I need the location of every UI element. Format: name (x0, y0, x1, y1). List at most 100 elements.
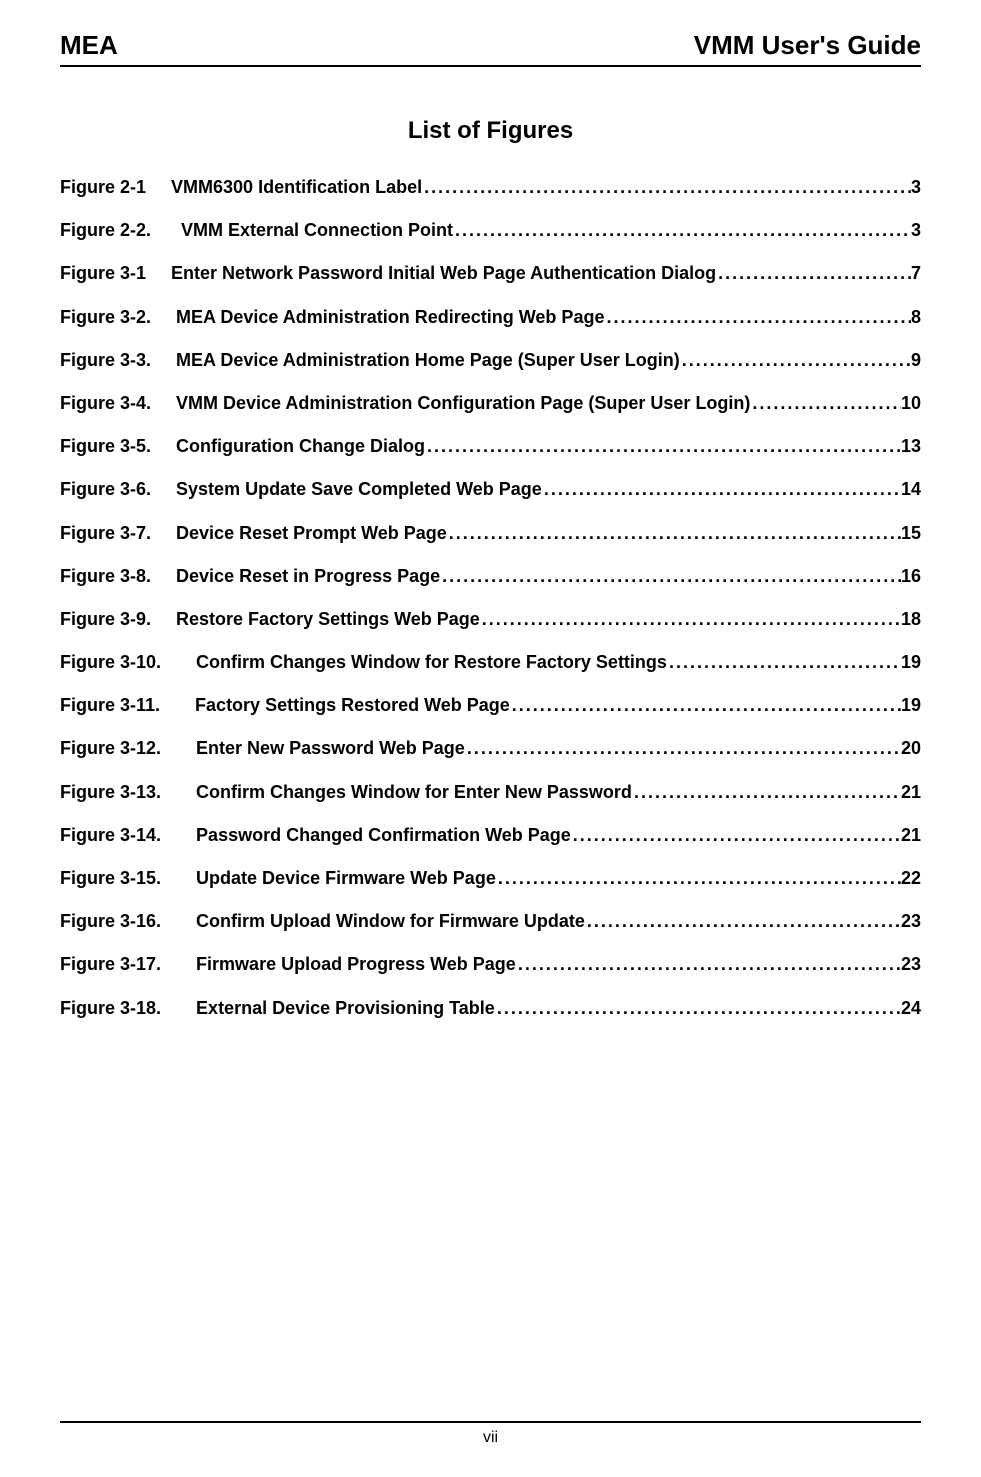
figure-entry: Figure 3-2. MEA Device Administration Re… (60, 305, 921, 330)
leader-dots: ........................................… (542, 477, 901, 502)
figure-title: VMM6300 Identification Label (171, 175, 422, 200)
figure-title: Enter New Password Web Page (196, 736, 465, 761)
leader-dots: ........................................… (480, 607, 901, 632)
figure-title: MEA Device Administration Redirecting We… (176, 305, 604, 330)
figure-page: 13 (901, 434, 921, 459)
figure-title: MEA Device Administration Home Page (Sup… (176, 348, 680, 373)
figure-page: 15 (901, 521, 921, 546)
figure-page: 3 (911, 175, 921, 200)
page-container: MEA VMM User's Guide List of Figures Fig… (0, 0, 981, 1477)
page-number: vii (483, 1429, 498, 1446)
figure-list: Figure 2-1 VMM6300 Identification Label … (60, 175, 921, 1021)
figure-label: Figure 3-8. (60, 564, 176, 589)
figure-label: Figure 3-1 (60, 261, 171, 286)
figure-page: 23 (901, 909, 921, 934)
figure-label: Figure 3-17. (60, 952, 196, 977)
figure-entry: Figure 3-18. External Device Provisionin… (60, 996, 921, 1021)
figure-label: Figure 3-2. (60, 305, 176, 330)
figure-entry: Figure 3-9. Restore Factory Settings Web… (60, 607, 921, 632)
leader-dots: ........................................… (632, 780, 901, 805)
figure-page: 20 (901, 736, 921, 761)
leader-dots: ........................................… (465, 736, 901, 761)
figure-title: Confirm Upload Window for Firmware Updat… (196, 909, 585, 934)
figure-entry: Figure 3-3. MEA Device Administration Ho… (60, 348, 921, 373)
figure-entry: Figure 3-4. VMM Device Administration Co… (60, 391, 921, 416)
figure-page: 16 (901, 564, 921, 589)
figure-title: Confirm Changes Window for Restore Facto… (196, 650, 667, 675)
leader-dots: ........................................… (516, 952, 901, 977)
figure-page: 10 (901, 391, 921, 416)
figure-label: Figure 3-16. (60, 909, 196, 934)
figure-page: 19 (901, 693, 921, 718)
figure-title: Update Device Firmware Web Page (196, 866, 496, 891)
figure-entry: Figure 3-12. Enter New Password Web Page… (60, 736, 921, 761)
leader-dots: ........................................… (604, 305, 911, 330)
figure-label: Figure 3-15. (60, 866, 196, 891)
figure-page: 9 (911, 348, 921, 373)
figure-label: Figure 3-7. (60, 521, 176, 546)
leader-dots: ........................................… (585, 909, 901, 934)
figure-entry: Figure 3-13. Confirm Changes Window for … (60, 780, 921, 805)
figure-title: Device Reset in Progress Page (176, 564, 440, 589)
leader-dots: ........................................… (716, 261, 911, 286)
page-title: List of Figures (60, 117, 921, 145)
figure-page: 14 (901, 477, 921, 502)
figure-label: Figure 3-10. (60, 650, 196, 675)
header-right: VMM User's Guide (694, 30, 921, 61)
figure-page: 3 (911, 218, 921, 243)
figure-entry: Figure 3-1 Enter Network Password Initia… (60, 261, 921, 286)
figure-entry: Figure 3-16. Confirm Upload Window for F… (60, 909, 921, 934)
figure-title: Configuration Change Dialog (176, 434, 425, 459)
figure-page: 24 (901, 996, 921, 1021)
figure-page: 18 (901, 607, 921, 632)
figure-title: Restore Factory Settings Web Page (176, 607, 480, 632)
leader-dots: ........................................… (453, 218, 911, 243)
figure-title: Firmware Upload Progress Web Page (196, 952, 516, 977)
figure-label: Figure 3-9. (60, 607, 176, 632)
leader-dots: ........................................… (571, 823, 901, 848)
figure-page: 19 (901, 650, 921, 675)
figure-page: 21 (901, 780, 921, 805)
figure-page: 21 (901, 823, 921, 848)
figure-entry: Figure 3-7. Device Reset Prompt Web Page… (60, 521, 921, 546)
leader-dots: ........................................… (667, 650, 901, 675)
figure-label: Figure 3-13. (60, 780, 196, 805)
leader-dots: ........................................… (440, 564, 901, 589)
figure-label: Figure 3-12. (60, 736, 196, 761)
figure-label: Figure 3-4. (60, 391, 176, 416)
figure-entry: Figure 3-14. Password Changed Confirmati… (60, 823, 921, 848)
leader-dots: ........................................… (425, 434, 901, 459)
figure-title: VMM External Connection Point (181, 218, 453, 243)
figure-label: Figure 3-5. (60, 434, 176, 459)
figure-title: Device Reset Prompt Web Page (176, 521, 447, 546)
leader-dots: ........................................… (495, 996, 901, 1021)
page-footer: vii (60, 1421, 921, 1447)
figure-title: Factory Settings Restored Web Page (195, 693, 510, 718)
figure-entry: Figure 3-11. Factory Settings Restored W… (60, 693, 921, 718)
figure-title: VMM Device Administration Configuration … (176, 391, 750, 416)
figure-title: External Device Provisioning Table (196, 996, 495, 1021)
header-left: MEA (60, 30, 118, 61)
leader-dots: ........................................… (750, 391, 901, 416)
figure-entry: Figure 3-10. Confirm Changes Window for … (60, 650, 921, 675)
figure-entry: Figure 3-5. Configuration Change Dialog.… (60, 434, 921, 459)
figure-label: Figure 3-11. (60, 693, 195, 718)
figure-label: Figure 3-14. (60, 823, 196, 848)
figure-label: Figure 3-6. (60, 477, 176, 502)
figure-page: 7 (911, 261, 921, 286)
figure-title: Confirm Changes Window for Enter New Pas… (196, 780, 632, 805)
leader-dots: ........................................… (496, 866, 901, 891)
figure-label: Figure 3-3. (60, 348, 176, 373)
figure-label: Figure 2-1 (60, 175, 171, 200)
figure-entry: Figure 2-2. VMM External Connection Poin… (60, 218, 921, 243)
figure-entry: Figure 3-8. Device Reset in Progress Pag… (60, 564, 921, 589)
leader-dots: ........................................… (680, 348, 911, 373)
leader-dots: ........................................… (422, 175, 911, 200)
figure-entry: Figure 3-17. Firmware Upload Progress We… (60, 952, 921, 977)
figure-title: System Update Save Completed Web Page (176, 477, 542, 502)
figure-label: Figure 3-18. (60, 996, 196, 1021)
figure-page: 22 (901, 866, 921, 891)
figure-entry: Figure 3-15. Update Device Firmware Web … (60, 866, 921, 891)
leader-dots: ........................................… (510, 693, 901, 718)
figure-label: Figure 2-2. (60, 218, 181, 243)
